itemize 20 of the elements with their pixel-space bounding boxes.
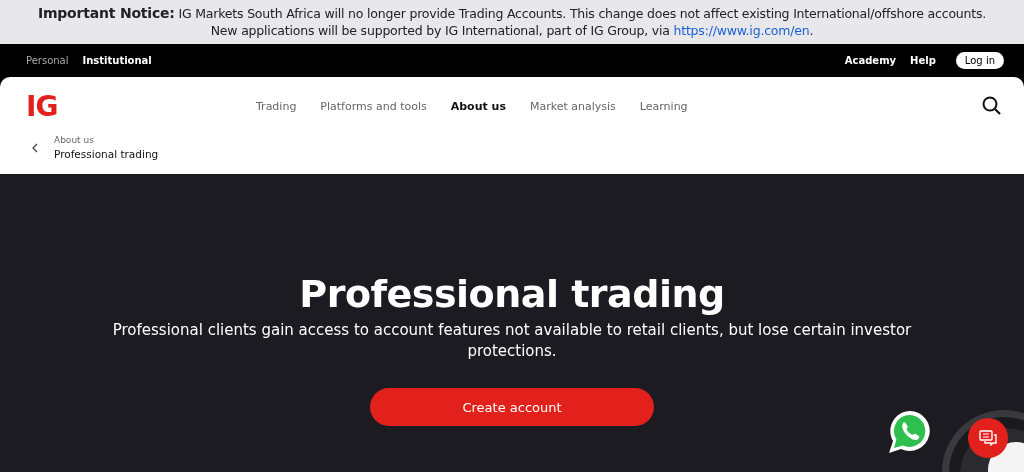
- search-icon[interactable]: [982, 96, 1002, 116]
- hero-subtitle: Professional clients gain access to account features not available to retail clients, but lose certain investor protections.: [112, 320, 912, 362]
- notice-text: Important Notice: IG Markets South Africa will no longer provide Trading Accounts. This change does not affect existing International/offshore accounts. New applications will be supported by IG International, part of IG Group, via https://www.ig.com/en.: [36, 5, 988, 39]
- back-icon[interactable]: [32, 142, 38, 153]
- create-account-button[interactable]: Create account: [370, 388, 654, 426]
- chat-icon: [979, 430, 997, 446]
- nav-item[interactable]: Learning: [639, 99, 688, 113]
- segment-tab[interactable]: Institutional: [82, 55, 152, 66]
- nav-item[interactable]: Platforms and tools: [320, 99, 427, 113]
- segment-tab[interactable]: Personal: [26, 55, 69, 66]
- breadcrumb-current: Professional trading: [54, 148, 159, 160]
- login-button[interactable]: Log in: [955, 52, 1004, 69]
- nav-item[interactable]: Trading: [256, 99, 297, 113]
- logo[interactable]: IG: [26, 89, 256, 123]
- hero-title: Professional trading: [299, 272, 725, 316]
- breadcrumb-link[interactable]: About us: [54, 135, 159, 145]
- nav-item[interactable]: About us: [450, 99, 506, 113]
- top-link[interactable]: Help: [910, 55, 936, 66]
- top-link[interactable]: Academy: [844, 55, 897, 66]
- nav-item[interactable]: Market analysis: [530, 99, 616, 113]
